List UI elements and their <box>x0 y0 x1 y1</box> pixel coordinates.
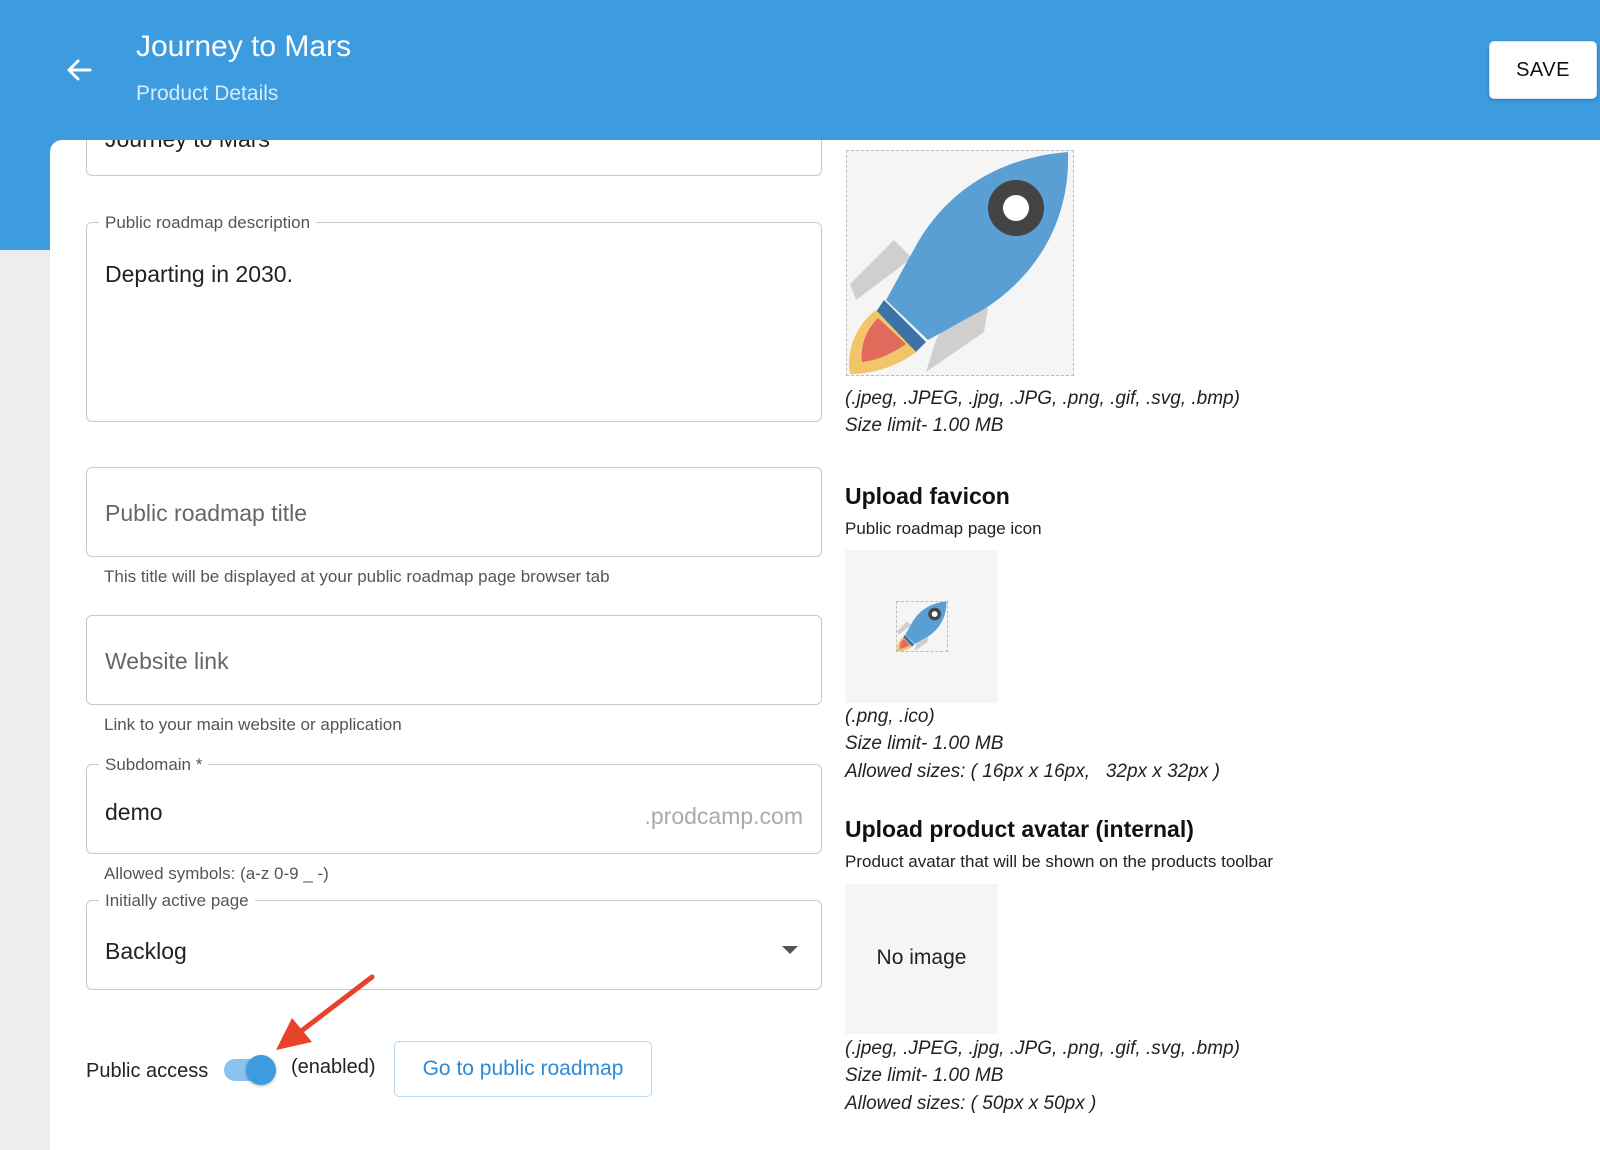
page-title: Journey to Mars <box>136 30 352 63</box>
content-card: Journey to Mars Public roadmap descripti… <box>50 140 1600 1150</box>
roadmap-title-placeholder: Public roadmap title <box>105 500 307 526</box>
subdomain-helper: Allowed symbols: (a-z 0-9 _ -) <box>104 864 329 883</box>
avatar-empty-label: No image <box>876 946 967 969</box>
favicon-upload-area[interactable] <box>845 550 998 703</box>
website-link-placeholder: Website link <box>105 648 229 674</box>
favicon-section-subtitle: Public roadmap page icon <box>845 519 1042 538</box>
avatar-formats: (.jpeg, .JPEG, .jpg, .JPG, .png, .gif, .… <box>845 1038 1240 1059</box>
roadmap-title-helper: This title will be displayed at your pub… <box>104 567 610 586</box>
avatar-upload-area[interactable]: No image <box>845 884 998 1034</box>
page-subtitle: Product Details <box>136 82 279 105</box>
subdomain-suffix: .prodcamp.com <box>644 803 803 829</box>
website-link-field[interactable]: Website link <box>86 615 822 705</box>
description-field[interactable]: Public roadmap description Departing in … <box>86 213 822 422</box>
avatar-size-limit: Size limit- 1.00 MB <box>845 1065 1004 1086</box>
arrow-left-icon <box>67 59 92 81</box>
logo-formats: (.jpeg, .JPEG, .jpg, .JPG, .png, .gif, .… <box>845 388 1240 409</box>
save-button[interactable]: SAVE <box>1489 41 1597 99</box>
website-link-helper: Link to your main website or application <box>104 715 402 734</box>
logo-upload-area[interactable] <box>846 150 1074 376</box>
favicon-section-title: Upload favicon <box>845 483 1010 509</box>
description-label: Public roadmap description <box>99 213 317 233</box>
go-to-public-roadmap-button[interactable]: Go to public roadmap <box>394 1041 652 1097</box>
logo-size-limit: Size limit- 1.00 MB <box>845 415 1004 436</box>
active-page-value: Backlog <box>105 938 187 964</box>
active-page-label: Initially active page <box>99 891 255 911</box>
subdomain-label: Subdomain * <box>99 755 209 775</box>
caret-down-icon <box>782 946 798 954</box>
avatar-section-title: Upload product avatar (internal) <box>845 816 1194 842</box>
product-name-value: Journey to Mars <box>105 140 270 153</box>
subdomain-value: demo <box>105 799 163 825</box>
favicon-formats: (.png, .ico) <box>845 706 935 727</box>
avatar-section-subtitle: Product avatar that will be shown on the… <box>845 852 1274 871</box>
back-button[interactable] <box>58 48 102 92</box>
roadmap-title-field[interactable]: Public roadmap title <box>86 467 822 557</box>
annotation-arrow-icon <box>276 974 375 1050</box>
description-value: Departing in 2030. <box>105 261 293 287</box>
favicon-allowed-sizes: Allowed sizes: ( 16px x 16px, 32px x 32p… <box>845 761 1220 782</box>
favicon-rocket-icon <box>896 601 947 652</box>
subdomain-field[interactable]: Subdomain * demo .prodcamp.com <box>86 755 822 854</box>
favicon-size-limit: Size limit- 1.00 MB <box>845 733 1004 754</box>
active-page-select[interactable]: Initially active page Backlog <box>86 891 822 990</box>
rocket-icon <box>849 152 1069 374</box>
product-name-field[interactable]: Journey to Mars <box>86 140 822 176</box>
public-access-label: Public access <box>86 1060 209 1082</box>
avatar-allowed-sizes: Allowed sizes: ( 50px x 50px ) <box>845 1093 1097 1114</box>
